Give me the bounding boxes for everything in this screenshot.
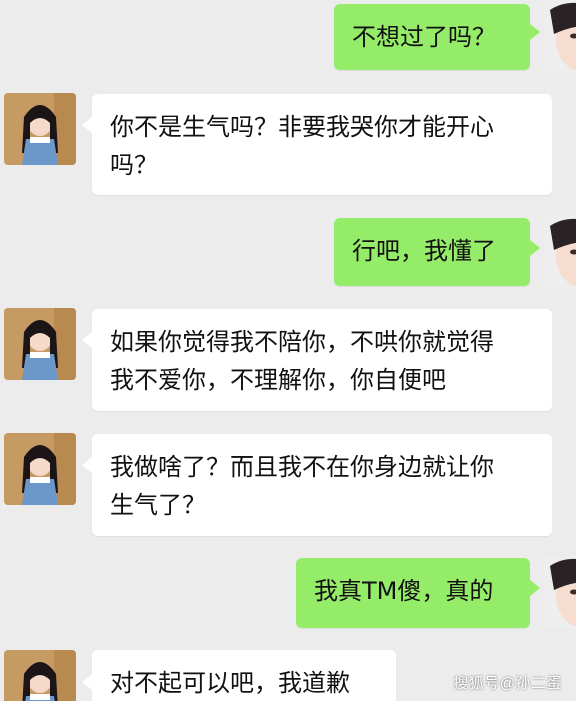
- bubble-tail: [530, 240, 540, 256]
- watermark: 搜狐号@孙二蛋: [453, 675, 562, 692]
- bubble-tail: [82, 457, 92, 473]
- bubble-tail: [530, 24, 540, 40]
- bubble-tail: [530, 580, 540, 596]
- girl-avatar[interactable]: [4, 433, 76, 505]
- bubble-tail: [82, 674, 92, 690]
- girl-avatar[interactable]: [4, 650, 76, 701]
- bubble-tail: [82, 332, 92, 348]
- boy-avatar[interactable]: [544, 0, 576, 72]
- chat-view: 不想过了吗？ 你不是生气吗？非要我哭你才能开心 吗？ 行吧，我懂了 如果你觉得我…: [0, 0, 576, 701]
- chat-bubble-sent[interactable]: 我真TM傻，真的: [296, 558, 530, 628]
- chat-bubble-received[interactable]: 你不是生气吗？非要我哭你才能开心 吗？: [92, 94, 552, 195]
- girl-avatar[interactable]: [4, 93, 76, 165]
- chat-bubble-sent[interactable]: 不想过了吗？: [334, 4, 530, 70]
- chat-bubble-received[interactable]: 如果你觉得我不陪你，不哄你就觉得 我不爱你，不理解你，你自便吧: [92, 309, 552, 411]
- boy-avatar[interactable]: [544, 556, 576, 628]
- chat-bubble-received[interactable]: 对不起可以吧，我道歉: [92, 650, 396, 701]
- chat-bubble-received[interactable]: 我做啥了？而且我不在你身边就让你 生气了？: [92, 434, 552, 536]
- bubble-tail: [82, 117, 92, 133]
- chat-bubble-sent[interactable]: 行吧，我懂了: [334, 218, 530, 286]
- girl-avatar[interactable]: [4, 308, 76, 380]
- boy-avatar[interactable]: [544, 216, 576, 288]
